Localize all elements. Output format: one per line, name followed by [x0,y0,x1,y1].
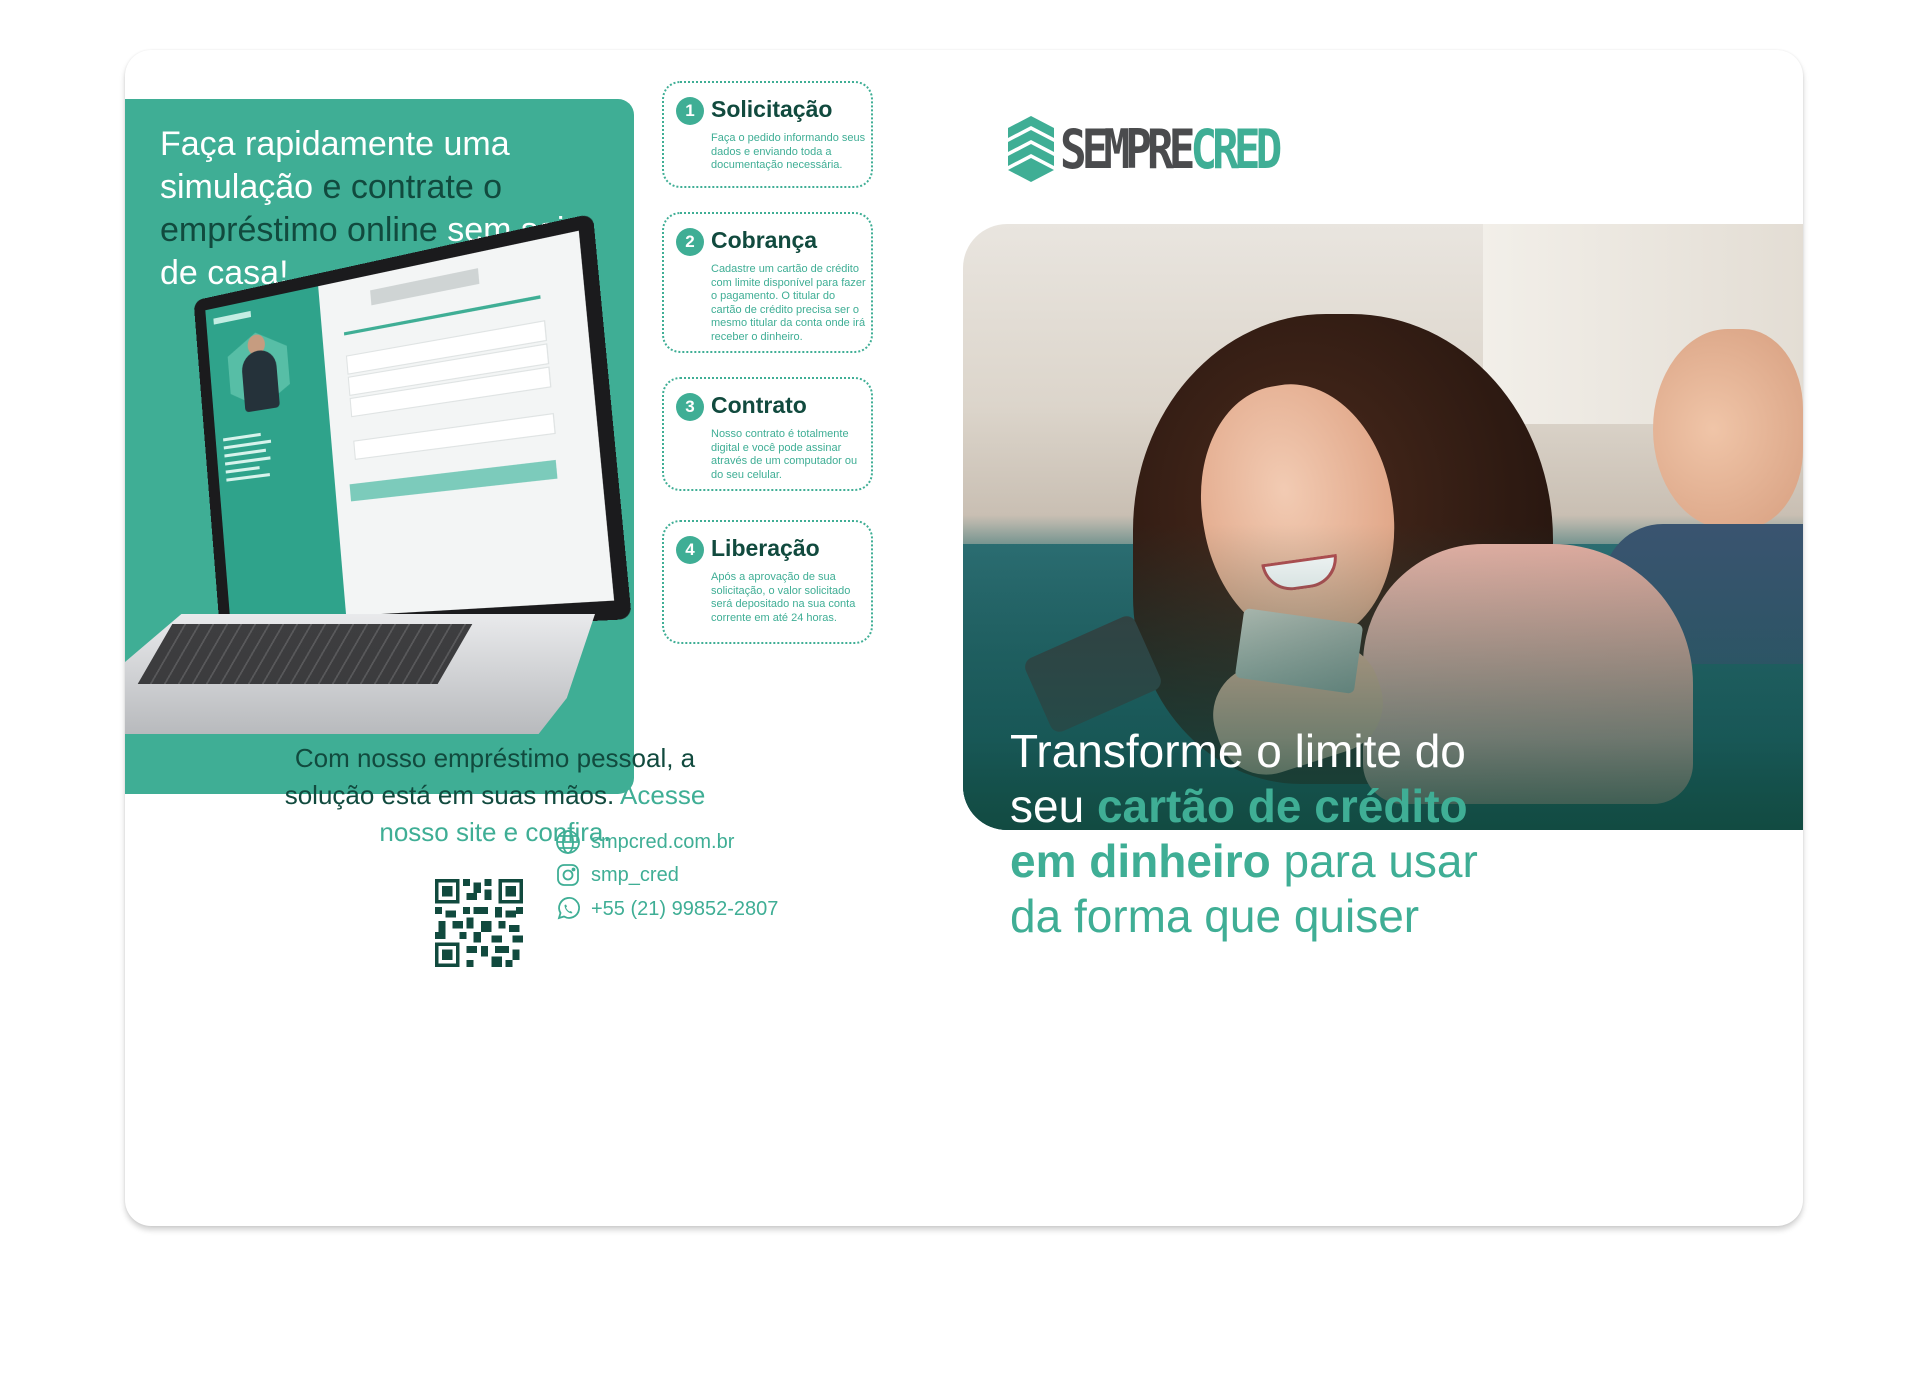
contact-instagram-text[interactable]: smp_cred [591,864,679,887]
step-description: Nosso contrato é totalmente digital e vo… [711,428,858,481]
instagram-icon [557,864,579,886]
hero-green-panel: Faça rapidamente uma simulação e contrat… [125,99,634,794]
brand-logo: SEMPRECRED [1008,116,1325,182]
step-card-3: 3 Contrato Nosso contrato é totalmente d… [662,377,873,491]
tagline: Transforme o limite do seu cartão de cré… [1010,724,1530,944]
qr-code[interactable] [435,879,523,967]
step-card-1: 1 Solicitação Faça o pedido informando s… [662,81,873,188]
contact-website-text[interactable]: smpcred.com.br [591,831,734,854]
step-number-badge: 4 [676,536,704,564]
laptop-screen [205,230,615,623]
laptop-illustration [125,213,634,794]
globe-icon [556,830,580,854]
step-description: Cadastre um cartão de crédito com limite… [711,263,866,343]
contact-whatsapp[interactable]: +55 (21) 99852-2807 [555,896,778,922]
laptop-screen-title [370,268,480,306]
step-title: Contrato [711,392,807,418]
step-description: Faça o pedido informando seus dados e en… [711,132,866,171]
step-description: Após a aprovação de sua solicitação, o v… [711,571,856,624]
step-title: Liberação [711,535,820,561]
step-number-badge: 1 [676,97,704,125]
step-title: Cobrança [711,227,818,253]
contact-website[interactable]: smpcred.com.br [555,829,734,855]
contact-whatsapp-text[interactable]: +55 (21) 99852-2807 [591,898,778,921]
flyer-card: Faça rapidamente uma simulação e contrat… [125,50,1803,1226]
laptop-keyboard [137,624,473,684]
step-card-2: 2 Cobrança Cadastre um cartão de crédito… [662,212,873,353]
step-title: Solicitação [711,96,833,122]
step-number-badge: 3 [676,393,704,421]
logo-mark-icon [1008,116,1054,182]
contact-instagram[interactable]: smp_cred [555,862,679,888]
logo-wordmark: SEMPRECRED [1060,117,1282,181]
step-card-4: 4 Liberação Após a aprovação de sua soli… [662,520,873,644]
whatsapp-icon [557,897,580,920]
step-number-badge: 2 [676,228,704,256]
